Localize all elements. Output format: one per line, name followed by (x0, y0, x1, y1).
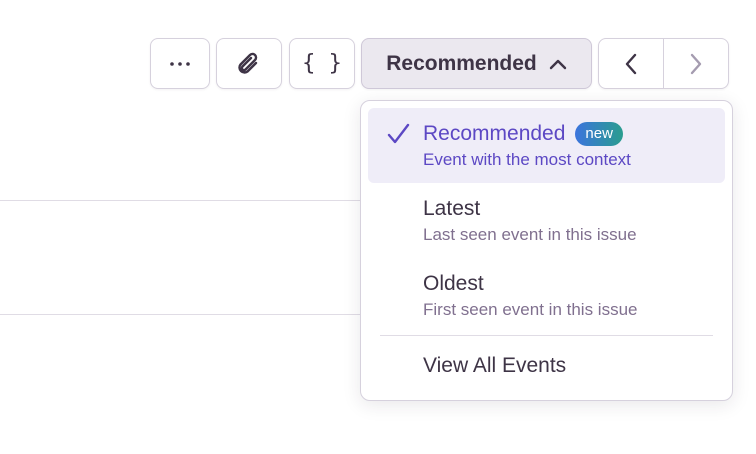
json-braces-icon: { } (302, 51, 342, 76)
menu-item-title: Latest (423, 197, 481, 220)
menu-item-oldest[interactable]: Oldest First seen event in this issue (368, 258, 725, 333)
menu-item-recommended[interactable]: Recommended new Event with the most cont… (368, 108, 725, 183)
paperclip-icon (238, 52, 258, 74)
attachments-button[interactable] (216, 38, 282, 89)
menu-item-title: Recommended (423, 122, 566, 145)
checkmark-icon (387, 123, 410, 144)
content-divider (0, 200, 362, 201)
menu-item-title: Oldest (423, 272, 484, 295)
content-divider (0, 314, 362, 315)
menu-item-description: First seen event in this issue (423, 300, 638, 319)
sort-dropdown-label: Recommended (386, 51, 537, 75)
view-all-events-link[interactable]: View All Events (368, 336, 725, 396)
sort-options-menu: Recommended new Event with the most cont… (360, 100, 733, 401)
event-navigation (598, 38, 729, 89)
next-event-button[interactable] (664, 39, 728, 88)
ellipsis-icon (170, 61, 190, 66)
menu-item-description: Last seen event in this issue (423, 225, 637, 244)
menu-item-latest[interactable]: Latest Last seen event in this issue (368, 183, 725, 258)
chevron-right-icon (690, 53, 702, 74)
json-view-button[interactable]: { } (289, 38, 355, 89)
more-actions-button[interactable] (150, 38, 210, 89)
new-badge: new (575, 122, 623, 146)
previous-event-button[interactable] (599, 39, 664, 88)
chevron-up-icon (549, 59, 566, 69)
menu-item-description: Event with the most context (423, 150, 631, 169)
chevron-left-icon (625, 53, 637, 74)
event-sort-dropdown[interactable]: Recommended (361, 38, 592, 89)
